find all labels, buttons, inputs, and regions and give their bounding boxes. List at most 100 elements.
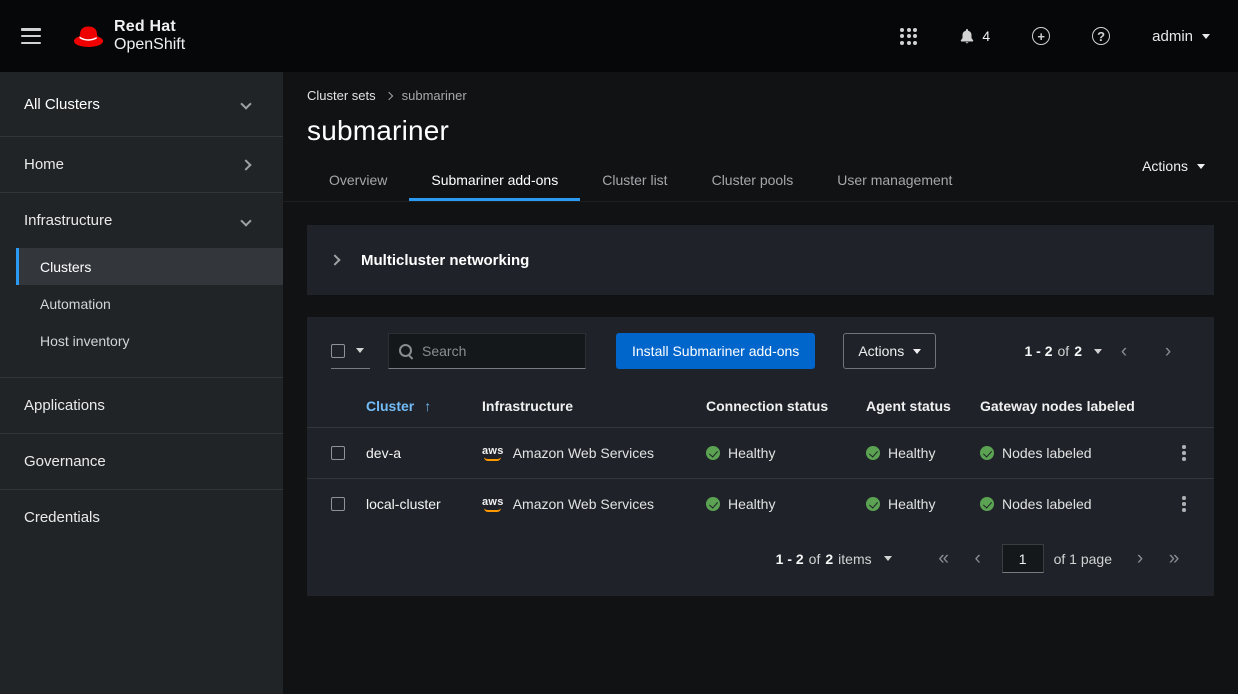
header-kebab-cell <box>1166 385 1214 428</box>
next-page-button[interactable]: › <box>1124 543 1156 574</box>
column-header-connection-status[interactable]: Connection status <box>706 385 866 428</box>
agent-status: Healthy <box>888 445 935 461</box>
current-page-input[interactable] <box>1002 544 1044 573</box>
tab-cluster-list[interactable]: Cluster list <box>580 163 689 201</box>
nav-label: Home <box>24 156 64 173</box>
check-circle-icon <box>980 497 994 511</box>
table-row: local-cluster aws Amazon Web Services He… <box>307 479 1214 530</box>
bulk-select-dropdown[interactable] <box>331 333 370 369</box>
footer-pagination-menu-toggle[interactable]: 1 - 2 of 2 items <box>776 551 892 567</box>
multicluster-networking-section[interactable]: Multicluster networking <box>307 225 1214 295</box>
search-box <box>388 333 586 369</box>
top-next-page-button[interactable]: › <box>1146 336 1190 367</box>
help-icon[interactable]: ? <box>1092 27 1110 45</box>
bulk-select-checkbox[interactable] <box>331 344 345 358</box>
pagination-total: 2 <box>825 551 833 567</box>
agent-status: Healthy <box>888 496 935 512</box>
aws-icon: aws <box>482 446 504 461</box>
sidebar-item-home[interactable]: Home <box>0 137 283 192</box>
column-header-cluster[interactable]: Cluster ↑ <box>366 385 482 428</box>
column-header-agent-status[interactable]: Agent status <box>866 385 980 428</box>
table-row: dev-a aws Amazon Web Services Healthy He… <box>307 428 1214 479</box>
column-header-infrastructure[interactable]: Infrastructure <box>482 385 706 428</box>
sidebar-item-host-inventory[interactable]: Host inventory <box>16 322 283 359</box>
cluster-name: local-cluster <box>366 479 470 529</box>
question-glyph: ? <box>1092 27 1110 45</box>
content-area: Multicluster networking Install Submarin… <box>283 202 1238 619</box>
hamburger-menu-icon[interactable] <box>21 28 41 44</box>
sort-ascending-icon[interactable]: ↑ <box>424 398 431 414</box>
masthead: Red Hat OpenShift 4 + ? admin <box>0 0 1238 72</box>
aws-smile <box>484 457 501 461</box>
pagination-controls: « ‹ of 1 page › » <box>928 543 1190 574</box>
row-kebab-menu-icon[interactable] <box>1170 439 1198 467</box>
header-checkbox-cell <box>307 385 366 428</box>
breadcrumb-separator-icon <box>384 91 392 99</box>
aws-smile <box>484 508 501 512</box>
search-input[interactable] <box>422 343 575 359</box>
notification-count: 4 <box>982 28 990 44</box>
brand-redhat-text: Red Hat <box>114 18 185 36</box>
row-kebab-menu-icon[interactable] <box>1170 490 1198 518</box>
redhat-fedora-icon <box>73 25 104 48</box>
actions-label: Actions <box>1142 158 1188 174</box>
aws-word: aws <box>482 497 504 508</box>
pagination-of-label: of <box>1058 343 1070 359</box>
tab-overview[interactable]: Overview <box>307 163 409 201</box>
page-title: submariner <box>307 115 1214 147</box>
install-submariner-button[interactable]: Install Submariner add-ons <box>616 333 815 369</box>
column-label: Cluster <box>366 398 414 414</box>
subnav-label: Clusters <box>40 259 91 275</box>
table-toolbar: Install Submariner add-ons Actions 1 - 2… <box>307 317 1214 385</box>
tab-user-management[interactable]: User management <box>815 163 974 201</box>
top-previous-page-button[interactable]: ‹ <box>1102 336 1146 367</box>
nav-label: Applications <box>24 397 105 414</box>
notification-bell-icon[interactable]: 4 <box>959 28 990 44</box>
connection-status: Healthy <box>728 496 775 512</box>
sidebar-item-governance[interactable]: Governance <box>0 434 283 489</box>
aws-icon: aws <box>482 497 504 512</box>
toolbar-actions-dropdown[interactable]: Actions <box>843 333 936 369</box>
row-checkbox[interactable] <box>331 497 345 511</box>
nav-label: Governance <box>24 453 106 470</box>
subnav-label: Automation <box>40 296 111 312</box>
add-circle-icon[interactable]: + <box>1032 27 1050 45</box>
sidebar-nav: All Clusters Home Infrastructure Cluster… <box>0 72 283 694</box>
search-icon <box>399 344 414 359</box>
expand-chevron-icon[interactable] <box>329 254 340 265</box>
pagination-total: 2 <box>1074 343 1082 359</box>
sidebar-item-infrastructure[interactable]: Infrastructure <box>0 193 283 248</box>
pagination-menu-toggle[interactable]: 1 - 2 of 2 <box>1025 343 1103 359</box>
row-checkbox[interactable] <box>331 446 345 460</box>
gateway-status: Nodes labeled <box>1002 496 1092 512</box>
grid-dots-icon <box>900 28 917 45</box>
first-page-button[interactable]: « <box>928 543 960 574</box>
last-page-button[interactable]: » <box>1158 543 1190 574</box>
redhat-openshift-logo[interactable]: Red Hat OpenShift <box>73 18 185 55</box>
sidebar-item-applications[interactable]: Applications <box>0 378 283 433</box>
page-actions-dropdown[interactable]: Actions <box>1142 158 1205 174</box>
user-menu[interactable]: admin <box>1152 28 1210 45</box>
user-name: admin <box>1152 28 1193 45</box>
cluster-perspective-switcher[interactable]: All Clusters <box>0 72 283 136</box>
infrastructure-label: Amazon Web Services <box>513 445 654 461</box>
cluster-name: dev-a <box>366 428 470 478</box>
table-header-row: Cluster ↑ Infrastructure Connection statu… <box>307 385 1214 428</box>
tab-submariner-add-ons[interactable]: Submariner add-ons <box>409 163 580 201</box>
breadcrumb-cluster-sets[interactable]: Cluster sets <box>307 88 376 103</box>
check-circle-icon <box>706 497 720 511</box>
sidebar-item-clusters[interactable]: Clusters <box>16 248 283 285</box>
infrastructure-label: Amazon Web Services <box>513 496 654 512</box>
check-circle-icon <box>980 446 994 460</box>
app-launcher-icon[interactable] <box>900 28 917 45</box>
pagination-range: 1 - 2 <box>1025 343 1053 359</box>
column-header-gateway-nodes[interactable]: Gateway nodes labeled <box>980 385 1166 428</box>
previous-page-button[interactable]: ‹ <box>962 543 994 574</box>
submariner-addons-card: Install Submariner add-ons Actions 1 - 2… <box>307 317 1214 596</box>
sidebar-item-automation[interactable]: Automation <box>16 285 283 322</box>
gateway-status: Nodes labeled <box>1002 445 1092 461</box>
sidebar-item-credentials[interactable]: Credentials <box>0 490 283 545</box>
caret-down-icon <box>1094 349 1102 354</box>
nav-label: Infrastructure <box>24 212 112 229</box>
tab-cluster-pools[interactable]: Cluster pools <box>690 163 816 201</box>
